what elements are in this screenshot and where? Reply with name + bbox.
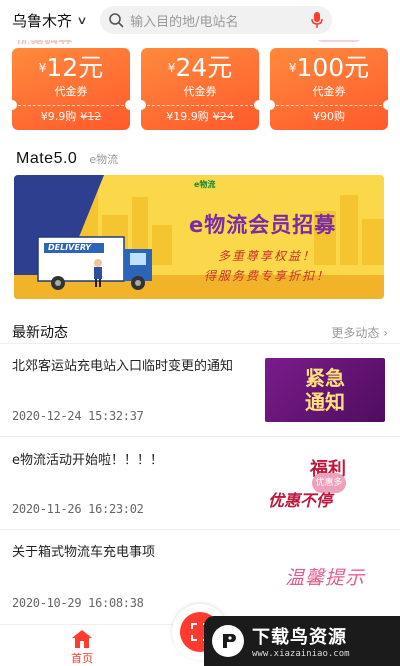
thumbnail-text: 通知 [305, 390, 345, 414]
news-item-thumbnail: 福利 优惠多 优惠不停 [262, 451, 388, 517]
coupon-divider [18, 105, 124, 106]
coupon-amount: 100元 [296, 53, 370, 82]
coupon-divider [147, 105, 253, 106]
search-placeholder: 输入目的地/电站名 [130, 14, 239, 30]
brand-logo: e物流 [194, 180, 216, 189]
thumbnail-text: 优惠不停 [268, 491, 333, 510]
tab-home-label: 首页 [71, 652, 93, 665]
divider [0, 343, 400, 344]
search-input[interactable]: 输入目的地/电站名 [100, 6, 333, 34]
thumbnail-text: 温馨提示 [284, 566, 365, 589]
section-header: Mate5.0 e物流 [16, 150, 118, 168]
news-item-title: 关于箱式物流车充电事项 [12, 545, 156, 560]
tab-home[interactable]: 首页 [60, 629, 104, 666]
watermark-url: www.xiazainiao.com [252, 649, 350, 659]
home-icon [72, 630, 92, 648]
more-news-label: 更多动态 [331, 325, 380, 340]
coupon-divider [276, 105, 382, 106]
city-label: 乌鲁木齐 [12, 11, 73, 30]
banner-tagline-2: 得服务费专享折扣！ [204, 269, 331, 283]
chevron-right-icon: › [383, 325, 388, 340]
coupon-price: ¥9.9购 [40, 110, 77, 123]
promo-banner[interactable]: DELIVERY e物流 e物流会员招募 多重尊享权益！ 得服务费专享折扣！ [14, 175, 384, 299]
coupon-card[interactable]: ¥100元 代金券 ¥90购 [270, 48, 388, 130]
coupon-original-price: ¥24 [212, 110, 234, 123]
watermark-logo-icon [212, 625, 244, 657]
coupon-amount: 12元 [46, 53, 104, 82]
coupon-card[interactable]: ¥24元 代金券 ¥19.9购 ¥24 [141, 48, 259, 130]
section-title: Mate5.0 [16, 150, 78, 167]
news-item-title: e物流活动开始啦！！！！ [12, 453, 163, 468]
news-item[interactable]: 北郊客运站充电站入口临时变更的通知 2020-12-24 15:32:37 紧急… [12, 357, 388, 447]
site-watermark: 下载鸟资源 www.xiazainiao.com [204, 616, 400, 666]
more-news-link[interactable]: 更多动态 › [331, 324, 388, 341]
coupon-original-price: ¥12 [80, 110, 102, 123]
news-item-title: 北郊客运站充电站入口临时变更的通知 [12, 359, 234, 374]
coupon-price: ¥90购 [313, 110, 345, 123]
coupon-kind: 代金券 [183, 85, 217, 98]
microphone-icon[interactable] [310, 11, 324, 29]
truck-label: DELIVERY [48, 243, 92, 252]
coupon-price: ¥19.9购 [166, 110, 209, 123]
banner-title: e物流会员招募 [189, 213, 337, 237]
news-item-date: 2020-10-29 16:08:38 [12, 596, 144, 610]
news-item-date: 2020-11-26 16:23:02 [12, 502, 144, 516]
news-item[interactable]: e物流活动开始啦！！！！ 2020-11-26 16:23:02 福利 优惠多 … [12, 451, 388, 541]
coupon-row: ¥12元 代金券 ¥9.9购 ¥12 ¥24元 代金券 ¥19.9购 ¥24 ¥10… [12, 48, 388, 130]
divider [0, 436, 400, 437]
coupon-amount: 24元 [175, 53, 233, 82]
chevron-down-icon: ∨ [76, 13, 88, 27]
news-item-thumbnail: 温馨提示 [262, 543, 388, 609]
watermark-name: 下载鸟资源 [252, 627, 347, 648]
banner-tagline-1: 多重尊享权益！ [218, 249, 317, 263]
news-title: 最新动态 [12, 325, 68, 341]
news-header: 最新动态 更多动态 › [12, 322, 388, 342]
news-item-thumbnail: 紧急 通知 [262, 357, 388, 423]
coupon-card[interactable]: ¥12元 代金券 ¥9.9购 ¥12 [12, 48, 130, 130]
thumbnail-text: 紧急 [305, 366, 345, 390]
news-item-date: 2020-12-24 15:32:37 [12, 409, 144, 423]
coupon-kind: 代金券 [312, 85, 346, 98]
coupon-kind: 代金券 [54, 85, 88, 98]
section-subtitle: e物流 [89, 153, 119, 166]
city-selector[interactable]: 乌鲁木齐 ∨ [12, 10, 88, 31]
search-icon [109, 13, 124, 28]
top-bar: 乌鲁木齐 ∨ 输入目的地/电站名 [0, 0, 400, 40]
divider [0, 529, 400, 530]
